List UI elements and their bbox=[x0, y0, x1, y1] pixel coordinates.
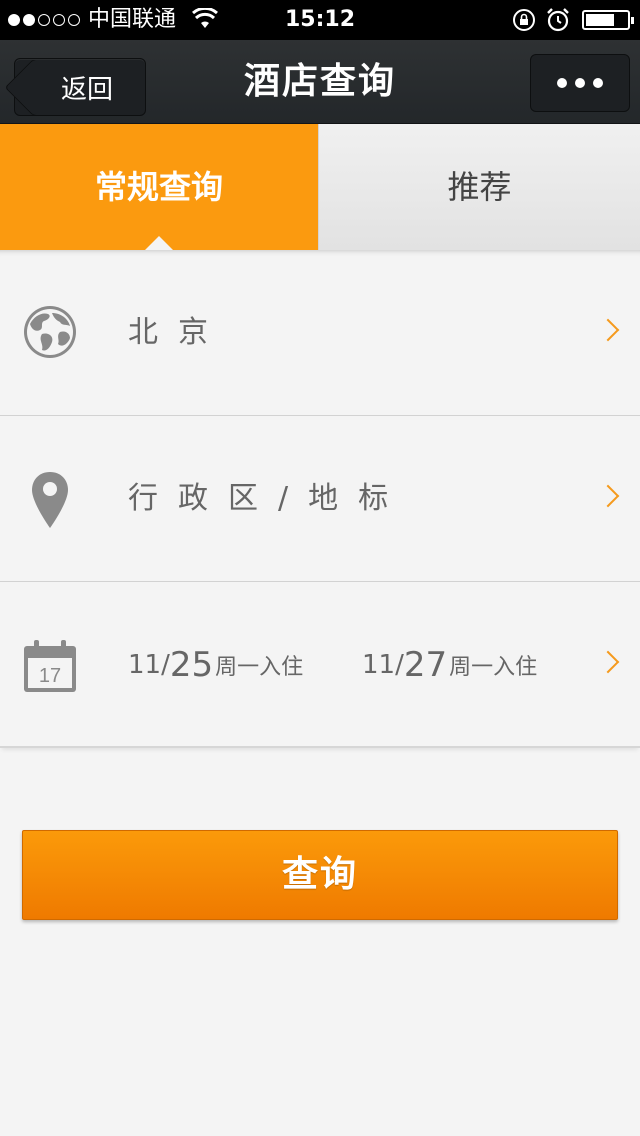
globe-icon bbox=[24, 306, 76, 358]
chevron-right-icon bbox=[596, 484, 620, 508]
city-row[interactable]: 北京 bbox=[0, 250, 640, 416]
checkin-day: 25 bbox=[169, 645, 214, 685]
more-options-button[interactable] bbox=[530, 54, 630, 112]
calendar-day-number: 17 bbox=[39, 665, 61, 687]
chevron-right-icon bbox=[596, 650, 620, 674]
district-landmark-placeholder: 行政区/地标 bbox=[128, 481, 409, 516]
tab-regular-search[interactable]: 常规查询 bbox=[0, 124, 318, 251]
status-time: 15:12 bbox=[284, 7, 356, 32]
battery-icon bbox=[582, 10, 634, 30]
checkout-day: 27 bbox=[403, 645, 448, 685]
status-bar: 中国联通 15:12 bbox=[0, 0, 640, 40]
checkin-date[interactable]: 11/ 25 周一入住 bbox=[128, 582, 303, 748]
tab-recommend[interactable]: 推荐 bbox=[318, 124, 640, 250]
checkin-label: 周一入住 bbox=[215, 655, 304, 680]
checkout-date[interactable]: 11/ 27 周一入住 bbox=[362, 582, 537, 748]
city-value: 北京 bbox=[128, 315, 228, 350]
search-button[interactable]: 查询 bbox=[22, 830, 618, 920]
checkout-month: 11/ bbox=[362, 650, 404, 680]
checkout-label: 周一入住 bbox=[449, 655, 538, 680]
district-landmark-row[interactable]: 行政区/地标 bbox=[0, 416, 640, 582]
more-dots-icon bbox=[557, 78, 567, 88]
back-button-label: 返回 bbox=[60, 74, 113, 105]
checkin-month: 11/ bbox=[128, 650, 170, 680]
tab-bar: 常规查询 推荐 bbox=[0, 124, 640, 251]
rotation-lock-icon bbox=[513, 9, 535, 31]
location-pin-icon bbox=[32, 472, 68, 528]
chevron-right-icon bbox=[596, 318, 620, 342]
calendar-icon: 17 bbox=[24, 640, 76, 692]
dates-row[interactable]: 17 11/ 25 周一入住 11/ 27 周一入住 bbox=[0, 582, 640, 748]
alarm-icon bbox=[547, 8, 569, 32]
navigation-bar: 返回 酒店查询 bbox=[0, 40, 640, 124]
